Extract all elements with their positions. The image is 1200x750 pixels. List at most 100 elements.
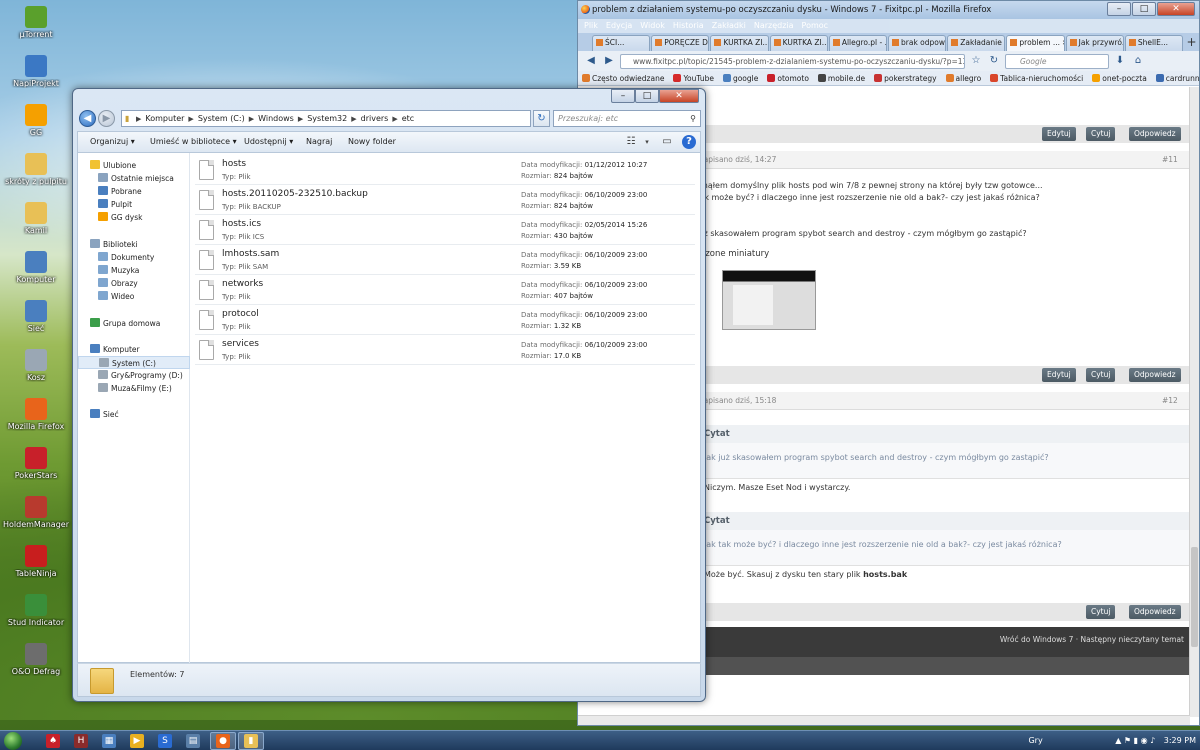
desktop-shortcut[interactable]: Kosz [0, 345, 72, 393]
desktop-shortcut[interactable]: Mozilla Firefox [0, 394, 72, 442]
desktop-shortcut[interactable]: µTorrent [0, 2, 72, 50]
bookmark-item[interactable]: Często odwiedzane [582, 73, 664, 83]
bookmark-item[interactable]: cardrunners [1155, 73, 1199, 83]
breadcrumb-segment[interactable]: Windows [258, 114, 294, 123]
browser-tab[interactable]: ŚCI... [592, 35, 651, 51]
toolbar-button[interactable]: Udostępnij ▾ [244, 132, 293, 152]
nav-item[interactable]: Muzyka [78, 264, 190, 277]
nav-item[interactable]: Ostatnie miejsca [78, 172, 190, 185]
clock[interactable]: 3:29 PM [1164, 736, 1196, 745]
nav-header[interactable]: Sieć [78, 408, 190, 421]
browser-tab[interactable]: PORĘCZE D... [651, 35, 710, 51]
firefox-title-bar[interactable]: problem z działaniem systemu-po oczyszcz… [578, 1, 1199, 19]
holdemmanager-icon[interactable]: H [74, 734, 88, 748]
desktop-shortcut[interactable]: NapiProjekt [0, 51, 72, 99]
post-number[interactable]: #12 [1162, 392, 1178, 410]
horizontal-scrollbar[interactable] [578, 715, 1190, 725]
browser-tab[interactable]: Jak przywró... [1065, 35, 1124, 51]
desktop-shortcut[interactable]: Stud Indicator [0, 590, 72, 638]
post-number[interactable]: #11 [1162, 151, 1178, 169]
breadcrumb-chevron-icon[interactable]: ▶ [249, 115, 254, 123]
menu-item[interactable]: Edycja [606, 21, 632, 30]
nav-item[interactable]: Muza&Filmy (E:) [78, 382, 190, 395]
bookmark-item[interactable]: YouTube [673, 73, 714, 83]
bookmark-item[interactable]: onet-poczta [1092, 73, 1147, 83]
help-icon[interactable]: ? [682, 135, 696, 149]
bookmark-item[interactable]: google [722, 73, 758, 83]
menu-item[interactable]: Historia [673, 21, 704, 30]
bookmark-item[interactable]: allegro [945, 73, 981, 83]
start-button[interactable] [4, 732, 22, 750]
browser-tab[interactable]: ShellE... [1124, 35, 1184, 51]
refresh-button[interactable]: ↻ [533, 110, 550, 127]
close-button[interactable]: ✕ [659, 89, 699, 103]
address-bar[interactable]: ▮ ▶ Komputer ▶ System (C:) ▶ Windows ▶ System32… [121, 110, 531, 127]
url-bar[interactable]: www.fixitpc.pl/topic/21545-problem-z-dzi… [620, 53, 965, 69]
breadcrumb-segment[interactable]: Komputer [145, 114, 184, 123]
bookmark-item[interactable]: mobile.de [817, 73, 865, 83]
explorer-search-input[interactable]: Przeszukaj: etc ⚲ [553, 110, 701, 127]
nav-item[interactable]: Wideo [78, 290, 190, 303]
bookmark-item[interactable]: otomoto [767, 73, 809, 83]
pokerstars-icon[interactable]: ♠ [46, 734, 60, 748]
breadcrumb-chevron-icon[interactable]: ▶ [188, 115, 193, 123]
home-icon[interactable]: ⌂ [1131, 54, 1145, 68]
nav-header[interactable]: Grupa domowa [78, 317, 190, 330]
quote-button[interactable]: Cytuj [1086, 127, 1116, 141]
scrollbar-thumb[interactable] [1191, 547, 1198, 647]
minimize-button[interactable]: – [1107, 2, 1131, 16]
reload-icon[interactable]: ↻ [987, 54, 1001, 68]
browser-tab[interactable]: KURTKA ZI... [769, 35, 828, 51]
browser-tab[interactable]: Allegro.pl - ... [828, 35, 888, 51]
desktop-shortcut[interactable]: Kamil [0, 198, 72, 246]
minimize-button[interactable]: – [611, 89, 635, 103]
reply-button[interactable]: Odpowiedz [1129, 127, 1181, 141]
back-button[interactable]: ◀ [79, 110, 96, 127]
nav-item[interactable]: System (C:) [78, 356, 190, 369]
menu-item[interactable]: Narzędzia [754, 21, 794, 30]
desktop-shortcut[interactable]: HoldemManager [0, 492, 72, 540]
nav-header[interactable]: Biblioteki [78, 238, 190, 251]
topic-nav-links[interactable]: Wróć do Windows 7 · Następny nieczytany … [1000, 635, 1184, 644]
chevron-down-icon[interactable]: ▾ [640, 135, 654, 149]
nav-item[interactable]: Dokumenty [78, 251, 190, 264]
menu-item[interactable]: Pomoc [802, 21, 829, 30]
file-row[interactable]: protocol Typ: Plik Data modyfikacji: 06/10… [195, 307, 695, 335]
breadcrumb-chevron-icon[interactable]: ▶ [298, 115, 303, 123]
reply-button[interactable]: Odpowiedz [1129, 368, 1181, 382]
bookmark-star-icon[interactable]: ☆ [969, 54, 983, 68]
browser-tab[interactable]: KURTKA ZI... [710, 35, 769, 51]
file-row[interactable]: networks Typ: Plik Data modyfikacji: 06/10… [195, 277, 695, 305]
toolbar-button[interactable]: Nowy folder [348, 132, 396, 152]
preview-pane-icon[interactable]: ▭ [660, 135, 674, 149]
toolbar-button[interactable]: Umieść w bibliotece ▾ [150, 132, 237, 152]
browser-tab[interactable]: brak odpow... [888, 35, 947, 51]
download-icon[interactable]: ⬇ [1113, 54, 1127, 68]
taskbar-firefox-button[interactable]: ● [210, 732, 236, 750]
menu-item[interactable]: Widok [640, 21, 665, 30]
browser-tab[interactable]: problem ...✕ [1006, 35, 1065, 51]
file-row[interactable]: hosts.ics Typ: Plik ICS Data modyfikacji: … [195, 217, 695, 245]
tray-icons[interactable]: ▲ ⚑ ▮ ◉ ♪ [1115, 736, 1155, 745]
nav-item[interactable]: Obrazy [78, 277, 190, 290]
desktop-shortcut[interactable]: GG [0, 100, 72, 148]
toolbar-button[interactable]: Nagraj [306, 132, 332, 152]
nav-header[interactable]: Komputer [78, 343, 190, 356]
search-box[interactable]: Google [1005, 53, 1109, 69]
file-row[interactable]: hosts.20110205-232510.backup Typ: Plik BA… [195, 187, 695, 215]
nav-header[interactable]: Ulubione [78, 159, 190, 172]
breadcrumb-chevron-icon[interactable]: ▶ [136, 115, 141, 123]
toolbar-button[interactable]: Organizuj ▾ [90, 132, 135, 152]
vertical-scrollbar[interactable] [1189, 87, 1199, 717]
nav-item[interactable]: Pulpit [78, 198, 190, 211]
nav-item[interactable]: Gry&Programy (D:) [78, 369, 190, 382]
breadcrumb-segment[interactable]: System (C:) [198, 114, 245, 123]
breadcrumb-chevron-icon[interactable]: ▶ [351, 115, 356, 123]
maximize-button[interactable]: □ [635, 89, 659, 103]
skype-icon[interactable]: S [158, 734, 172, 748]
breadcrumb-chevron-icon[interactable]: ▶ [392, 115, 397, 123]
nav-item[interactable]: GG dysk [78, 211, 190, 224]
quote-button[interactable]: Cytuj [1086, 605, 1116, 619]
nav-item[interactable]: Pobrane [78, 185, 190, 198]
edit-button[interactable]: Edytuj [1042, 127, 1076, 141]
